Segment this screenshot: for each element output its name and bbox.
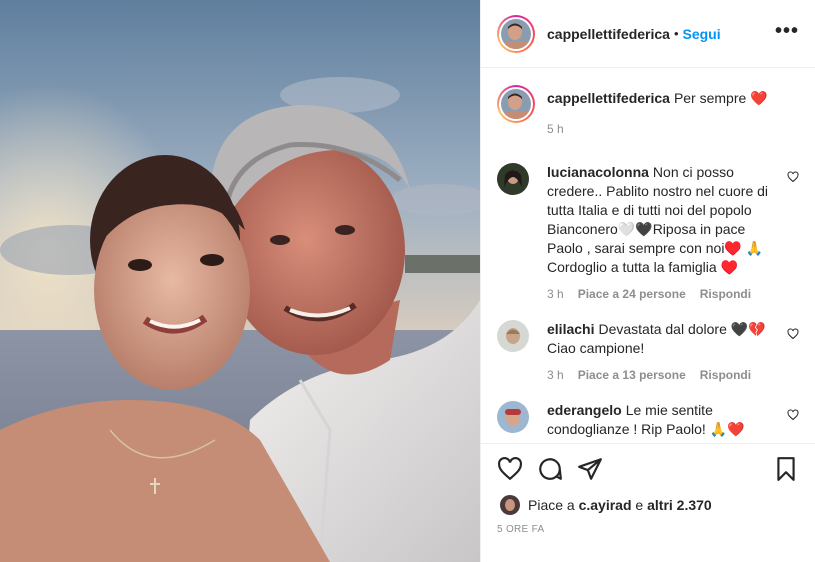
comment-likes-count[interactable]: Piace a 13 persone <box>578 366 686 385</box>
heart-icon[interactable] <box>787 171 799 183</box>
share-icon[interactable] <box>577 456 603 482</box>
comment-username[interactable]: ederangelo <box>547 402 622 418</box>
likes-summary: Piace a c.ayirad e altri 2.370 <box>497 494 799 516</box>
caption-avatar[interactable] <box>497 85 535 123</box>
likes-prefix: Piace a <box>528 497 579 513</box>
bookmark-icon[interactable] <box>773 456 799 482</box>
comment-text: Non ci posso credere.. Pablito nostro ne… <box>547 164 769 275</box>
reply-button[interactable]: Rispondi <box>700 285 751 304</box>
liker-username[interactable]: c.ayirad <box>579 497 632 513</box>
reply-button[interactable]: Rispondi <box>700 366 751 385</box>
post-header: cappellettifederica • Segui ••• <box>481 0 815 68</box>
heart-icon[interactable] <box>497 456 523 482</box>
comment-icon[interactable] <box>537 456 563 482</box>
caption-text: Per sempre ❤️ <box>673 90 768 106</box>
likes-others-link[interactable]: altri 2.370 <box>647 497 712 513</box>
comment-item: lucianacolonna Non ci posso credere.. Pab… <box>497 163 799 304</box>
comment-likes-count[interactable]: Piace a 24 persone <box>578 285 686 304</box>
follow-button[interactable]: Segui <box>683 26 721 42</box>
action-bar <box>497 444 799 494</box>
post-dialog: cappellettifederica • Segui ••• cappelle… <box>0 0 815 562</box>
separator-dot: • <box>673 26 679 41</box>
comment-username[interactable]: elilachi <box>547 321 594 337</box>
commenter-avatar[interactable] <box>497 401 529 433</box>
heart-icon[interactable] <box>787 328 799 340</box>
post-side-panel: cappellettifederica • Segui ••• cappelle… <box>480 0 815 562</box>
post-caption: cappellettifederica Per sempre ❤️ 5 h <box>497 85 799 139</box>
post-footer: Piace a c.ayirad e altri 2.370 5 ORE FA <box>481 443 815 562</box>
more-options-icon[interactable]: ••• <box>775 21 799 41</box>
author-avatar[interactable] <box>497 14 535 53</box>
caption-username[interactable]: cappellettifederica <box>547 90 670 106</box>
post-photo[interactable] <box>0 0 480 562</box>
comment-item: elilachi Devastata dal dolore 🖤💔 Ciao cam… <box>497 320 799 385</box>
liker-avatar[interactable] <box>500 495 520 515</box>
comment-time[interactable]: 3 h <box>547 285 564 304</box>
comment-item: ederangelo Le mie sentite condoglianze ! … <box>497 401 799 439</box>
post-timestamp[interactable]: 5 ORE FA <box>497 524 799 535</box>
commenter-avatar[interactable] <box>497 163 529 195</box>
comment-time[interactable]: 3 h <box>547 366 564 385</box>
heart-icon[interactable] <box>787 409 799 421</box>
likes-middle: e <box>631 497 648 513</box>
comment-username[interactable]: lucianacolonna <box>547 164 649 180</box>
comments-list[interactable]: cappellettifederica Per sempre ❤️ 5 h luc… <box>481 69 815 442</box>
commenter-avatar[interactable] <box>497 320 529 352</box>
caption-time[interactable]: 5 h <box>547 120 564 139</box>
author-username[interactable]: cappellettifederica <box>547 26 670 42</box>
